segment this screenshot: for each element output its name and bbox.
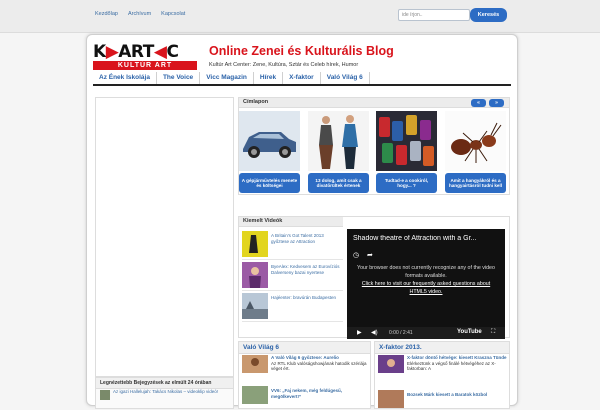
video-title[interactable]: ByeAlex: Kedvesem az Eurovíziós Dalverse…: [271, 264, 343, 275]
recent-posts-box: Legnézettebb Bejegyzések az elmúlt 24 ór…: [95, 377, 234, 409]
player-clock-icon[interactable]: ◷: [353, 251, 359, 259]
top-bar: Kezdőlap Archívum Kapcsolat ide írjon.. …: [0, 0, 600, 33]
nav-item-x-faktor[interactable]: X-faktor: [283, 72, 321, 84]
nav-item-vicc-magazin[interactable]: Vicc Magazin: [200, 72, 254, 84]
featured-caption-car[interactable]: A gépjárművtelés menete és költségei: [239, 173, 300, 193]
x-faktor-post: X-faktor döntő hétvége: kiesett Kraszna …: [407, 355, 507, 372]
play-icon[interactable]: ▶: [357, 329, 362, 336]
main-nav: Az Ének Iskolája The Voice Vicc Magazin …: [93, 72, 511, 86]
featured-title-text: Címlapon: [243, 99, 269, 105]
valo-vilag-thumb[interactable]: [242, 355, 268, 373]
search-input[interactable]: ide írjon..: [398, 9, 470, 21]
video-thumb[interactable]: [242, 231, 268, 257]
video-item[interactable]: ByeAlex: Kedvesem az Eurovíziós Dalverse…: [242, 260, 343, 291]
x-faktor-box: X-faktor 2013. X-faktor döntő hétvége: k…: [374, 341, 510, 409]
nav-item-enek-iskolaja[interactable]: Az Ének Iskolája: [93, 72, 157, 84]
next-arrow-button[interactable]: »: [489, 99, 504, 107]
x-faktor-thumb[interactable]: [378, 355, 404, 373]
featured-image-ant[interactable]: [445, 111, 506, 171]
featured-caption-fashion[interactable]: 13 dolog, amit csak a divatőrültek érten…: [308, 173, 369, 193]
site-tagline: Kultúr Art Center: Zene, Kultúra, Sztár …: [209, 62, 359, 68]
video-title[interactable]: A Britain's Got Talent 2013 győztese az …: [271, 233, 343, 244]
site-logo[interactable]: K▶ART◀C KULTÚR ART: [93, 43, 197, 71]
valo-vilag-post-2: VV6: „Faj nekem, még feldúgesű, megölkev…: [271, 388, 371, 399]
nav-link-archive[interactable]: Archívum: [128, 11, 151, 17]
x-faktor-thumb-2[interactable]: [378, 390, 404, 408]
player-title[interactable]: Shadow theatre of Attraction with a Gr..…: [353, 235, 503, 242]
site-title[interactable]: Online Zenei és Kulturális Blog: [209, 44, 394, 58]
video-player[interactable]: Shadow theatre of Attraction with a Gr..…: [347, 229, 505, 339]
featured-image-fashion[interactable]: [308, 111, 369, 171]
x-faktor-post-title[interactable]: X-faktor döntő hétvége: kiesett Kraszna …: [407, 355, 507, 360]
featured-title: Címlapon « »: [239, 98, 509, 108]
valo-vilag-thumb-2[interactable]: [242, 386, 268, 404]
featured-caption-ant[interactable]: Amit a hangyákról és a hangyairtásról tu…: [445, 173, 506, 193]
fullscreen-icon[interactable]: ⛶: [491, 329, 495, 336]
player-share-icon[interactable]: ➦: [367, 251, 373, 259]
prev-arrow-button[interactable]: «: [471, 99, 486, 107]
sidebar-ad-area: [95, 97, 234, 377]
valo-vilag-post-2-title[interactable]: VV6: „Faj nekem, még feldúgesű, megölkev…: [271, 388, 342, 399]
featured-image-car[interactable]: [239, 111, 300, 171]
player-faq-link[interactable]: Click here to visit our frequently asked…: [362, 281, 490, 295]
player-message: Your browser does not currently recogniz…: [357, 264, 495, 296]
volume-icon[interactable]: ◀): [371, 329, 378, 336]
nav-link-home[interactable]: Kezdőlap: [95, 11, 118, 17]
x-faktor-title[interactable]: X-faktor 2013.: [375, 342, 509, 354]
nav-item-hirek[interactable]: Hírek: [254, 72, 284, 84]
top-nav: Kezdőlap Archívum Kapcsolat: [95, 11, 185, 17]
player-controls: ▶ ◀) 0:00 / 2:41 YouTube ⛶: [347, 327, 505, 339]
video-title[interactable]: Hajéenter: bravúrán Budapesten: [271, 295, 343, 301]
logo-subtitle: KULTÚR ART: [93, 61, 197, 70]
x-faktor-post-2: Bozsek Márk kiesett a Baratok közbol: [407, 392, 507, 398]
valo-vilag-post: A Való Világ 6 győztese: Aurelio Az RTL …: [271, 355, 371, 372]
featured-section: Címlapon « » A gépjárművtelés menete és …: [238, 97, 510, 195]
recent-post-link[interactable]: Az igazi Hallelujah: Takács Nikolas – vi…: [113, 389, 228, 395]
nav-item-valo-vilag[interactable]: Való Világ 6: [321, 72, 370, 84]
recent-post-thumb[interactable]: [100, 390, 110, 400]
video-item[interactable]: A Britain's Got Talent 2013 győztese az …: [242, 229, 343, 260]
featured-caption-cookie[interactable]: Tudtad-e a cookiról, hogy... ?: [376, 173, 437, 193]
player-msg-text: Your browser does not currently recogniz…: [357, 265, 495, 279]
valo-vilag-title[interactable]: Való Világ 6: [239, 342, 370, 354]
player-time: 0:00 / 2:41: [389, 330, 413, 336]
x-faktor-post-2-title[interactable]: Bozsek Márk kiesett a Baratok közbol: [407, 392, 487, 397]
video-item[interactable]: Hajéenter: bravúrán Budapesten: [242, 291, 343, 322]
video-thumb[interactable]: [242, 293, 268, 319]
nav-link-contact[interactable]: Kapcsolat: [161, 11, 185, 17]
video-thumb[interactable]: [242, 262, 268, 288]
recent-posts-title: Legnézettebb Bejegyzések az elmúlt 24 ór…: [96, 378, 233, 389]
nav-item-the-voice[interactable]: The Voice: [157, 72, 201, 84]
videos-title: Kiemelt Videók: [239, 217, 343, 227]
featured-image-cans[interactable]: [376, 111, 437, 171]
valo-vilag-post-title[interactable]: A Való Világ 6 győztese: Aurelio: [271, 355, 339, 360]
valo-vilag-box: Való Világ 6 A Való Világ 6 győztese: Au…: [238, 341, 371, 409]
search-button[interactable]: Keresés: [470, 8, 507, 22]
valo-vilag-post-excerpt: Az RTL Klub valóságshowjának hatodik szé…: [271, 360, 367, 372]
x-faktor-post-excerpt: Elérkeztünk a végső finálé hétvégéhez az…: [407, 360, 496, 372]
youtube-logo[interactable]: YouTube: [457, 329, 482, 335]
page-container: K▶ART◀C KULTÚR ART Online Zenei és Kultu…: [86, 34, 518, 409]
videos-section: Kiemelt Videók A Britain's Got Talent 20…: [238, 216, 510, 339]
